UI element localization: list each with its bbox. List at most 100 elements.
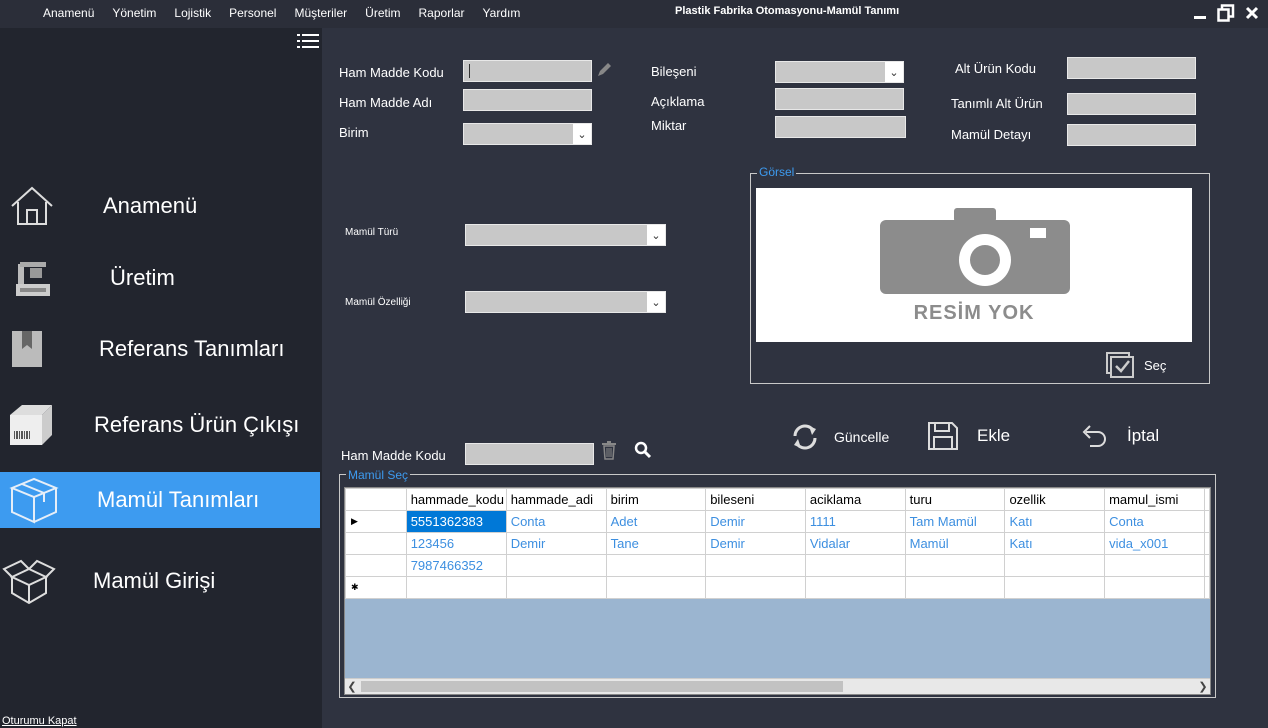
table-row[interactable]: 7987466352 [345,554,1210,577]
logout-link[interactable]: Oturumu Kapat [2,715,77,727]
sidebar-item-mamul-girisi[interactable]: Mamül Girişi [0,553,320,609]
table-cell[interactable] [605,554,707,577]
sidebar-item-referans-tanimlari[interactable]: Referans Tanımları [0,321,320,377]
sidebar-item-uretim[interactable]: Üretim [0,250,320,306]
table-cell[interactable] [904,576,1006,599]
table-cell[interactable] [405,576,507,599]
column-header[interactable]: bileseni [705,488,806,511]
menu-yonetim[interactable]: Yönetim [112,6,156,20]
table-cell[interactable] [1204,532,1210,555]
birim-select[interactable]: ⌄ [463,123,592,145]
column-header[interactable]: aciklama [804,488,906,511]
row-header[interactable] [345,532,407,555]
table-cell[interactable] [1004,554,1106,577]
tanimli-alt-urun-input[interactable] [1067,93,1196,115]
birim-label: Birim [339,125,369,140]
table-cell[interactable] [1104,576,1205,599]
scrollbar-thumb[interactable] [361,681,843,692]
ham-madde-kodu-input[interactable] [463,60,592,82]
mamul-ozelligi-select[interactable]: ⌄ [465,291,666,313]
table-cell[interactable] [804,554,906,577]
scroll-right-icon[interactable]: ❯ [1196,679,1210,694]
menu-raporlar[interactable]: Raporlar [419,6,465,20]
hamburger-menu-icon[interactable] [297,33,319,49]
table-cell[interactable] [1204,576,1210,599]
column-header[interactable]: turu [904,488,1006,511]
menu-anamenu[interactable]: Anamenü [43,6,94,20]
new-row-indicator-icon[interactable]: ✱ [345,576,407,599]
table-cell[interactable] [904,554,1006,577]
table-cell[interactable] [1204,554,1210,577]
edit-pencil-icon[interactable] [596,62,612,78]
column-header[interactable]: mamul_ismi [1104,488,1205,511]
menu-yardim[interactable]: Yardım [483,6,521,20]
table-cell[interactable]: Mamül [904,532,1006,555]
minimize-icon[interactable] [1190,2,1210,24]
sidebar-item-anamenu[interactable]: Anamenü [0,178,320,234]
alt-urun-kodu-input[interactable] [1067,57,1196,79]
box-icon [8,476,59,524]
column-header[interactable]: ozellik [1004,488,1106,511]
close-icon[interactable] [1242,2,1262,24]
column-header[interactable] [1204,488,1210,511]
bookmark-icon [8,325,56,373]
trash-icon[interactable] [601,440,617,465]
row-header[interactable] [345,554,407,577]
bileseni-select[interactable]: ⌄ [775,61,904,83]
sidebar-item-referans-urun-cikisi[interactable]: Referans Ürün Çıkışı [0,397,320,453]
table-cell[interactable]: Katı [1004,532,1106,555]
horizontal-scrollbar[interactable]: ❮ ❯ [345,678,1210,694]
table-cell[interactable]: 123456 [405,532,507,555]
table-cell[interactable] [1104,554,1205,577]
ham-madde-kodu-label: Ham Madde Kodu [339,65,444,80]
aciklama-input[interactable] [775,88,904,110]
table-cell[interactable] [505,576,607,599]
ekle-button[interactable]: Ekle [927,421,1010,451]
miktar-input[interactable] [775,116,906,138]
table-row[interactable]: ▶ 5551362383 Conta Adet Demir 1111 Tam M… [345,510,1210,533]
guncelle-button[interactable]: Güncelle [790,422,889,452]
column-header[interactable]: hammade_kodu [405,488,507,511]
table-cell[interactable] [705,576,806,599]
restore-icon[interactable] [1216,2,1236,24]
table-cell[interactable]: 1111 [804,510,906,533]
table-cell[interactable] [605,576,707,599]
data-grid[interactable]: hammade_kodu hammade_adi birim bileseni … [344,487,1211,695]
search-icon[interactable] [634,441,652,464]
ham-madde-adi-input[interactable] [463,89,592,111]
menu-lojistik[interactable]: Lojistik [174,6,211,20]
table-cell[interactable]: Conta [505,510,607,533]
iptal-button[interactable]: İptal [1080,423,1159,449]
table-cell[interactable]: Demir [505,532,607,555]
table-cell[interactable]: Adet [605,510,707,533]
column-header[interactable]: birim [605,488,707,511]
table-cell[interactable]: 7987466352 [405,554,507,577]
table-cell[interactable]: 5551362383 [405,510,507,533]
table-cell[interactable]: vida_x001 [1104,532,1205,555]
table-cell[interactable]: Tane [605,532,707,555]
table-cell[interactable]: Tam Mamül [904,510,1006,533]
sidebar-item-mamul-tanimlari[interactable]: Mamül Tanımları [0,472,320,528]
table-row[interactable]: 123456 Demir Tane Demir Vidalar Mamül Ka… [345,532,1210,555]
search-input[interactable] [465,443,594,465]
table-cell[interactable] [804,576,906,599]
table-cell[interactable]: Demir [705,532,806,555]
table-cell[interactable] [1204,510,1210,533]
table-cell[interactable]: Vidalar [804,532,906,555]
scroll-left-icon[interactable]: ❮ [345,679,359,694]
menu-personel[interactable]: Personel [229,6,276,20]
table-cell[interactable] [705,554,806,577]
menu-musteriler[interactable]: Müşteriler [294,6,347,20]
select-image-button[interactable]: Seç [1106,352,1166,378]
table-cell[interactable] [1004,576,1106,599]
table-cell[interactable]: Demir [705,510,806,533]
current-row-indicator-icon[interactable]: ▶ [345,510,407,533]
column-header[interactable]: hammade_adi [505,488,607,511]
new-row[interactable]: ✱ [345,576,1210,599]
mamul-turu-select[interactable]: ⌄ [465,224,666,246]
menu-uretim[interactable]: Üretim [365,6,400,20]
table-cell[interactable]: Katı [1004,510,1106,533]
mamul-detayi-input[interactable] [1067,124,1196,146]
table-cell[interactable]: Conta [1104,510,1205,533]
table-cell[interactable] [505,554,607,577]
